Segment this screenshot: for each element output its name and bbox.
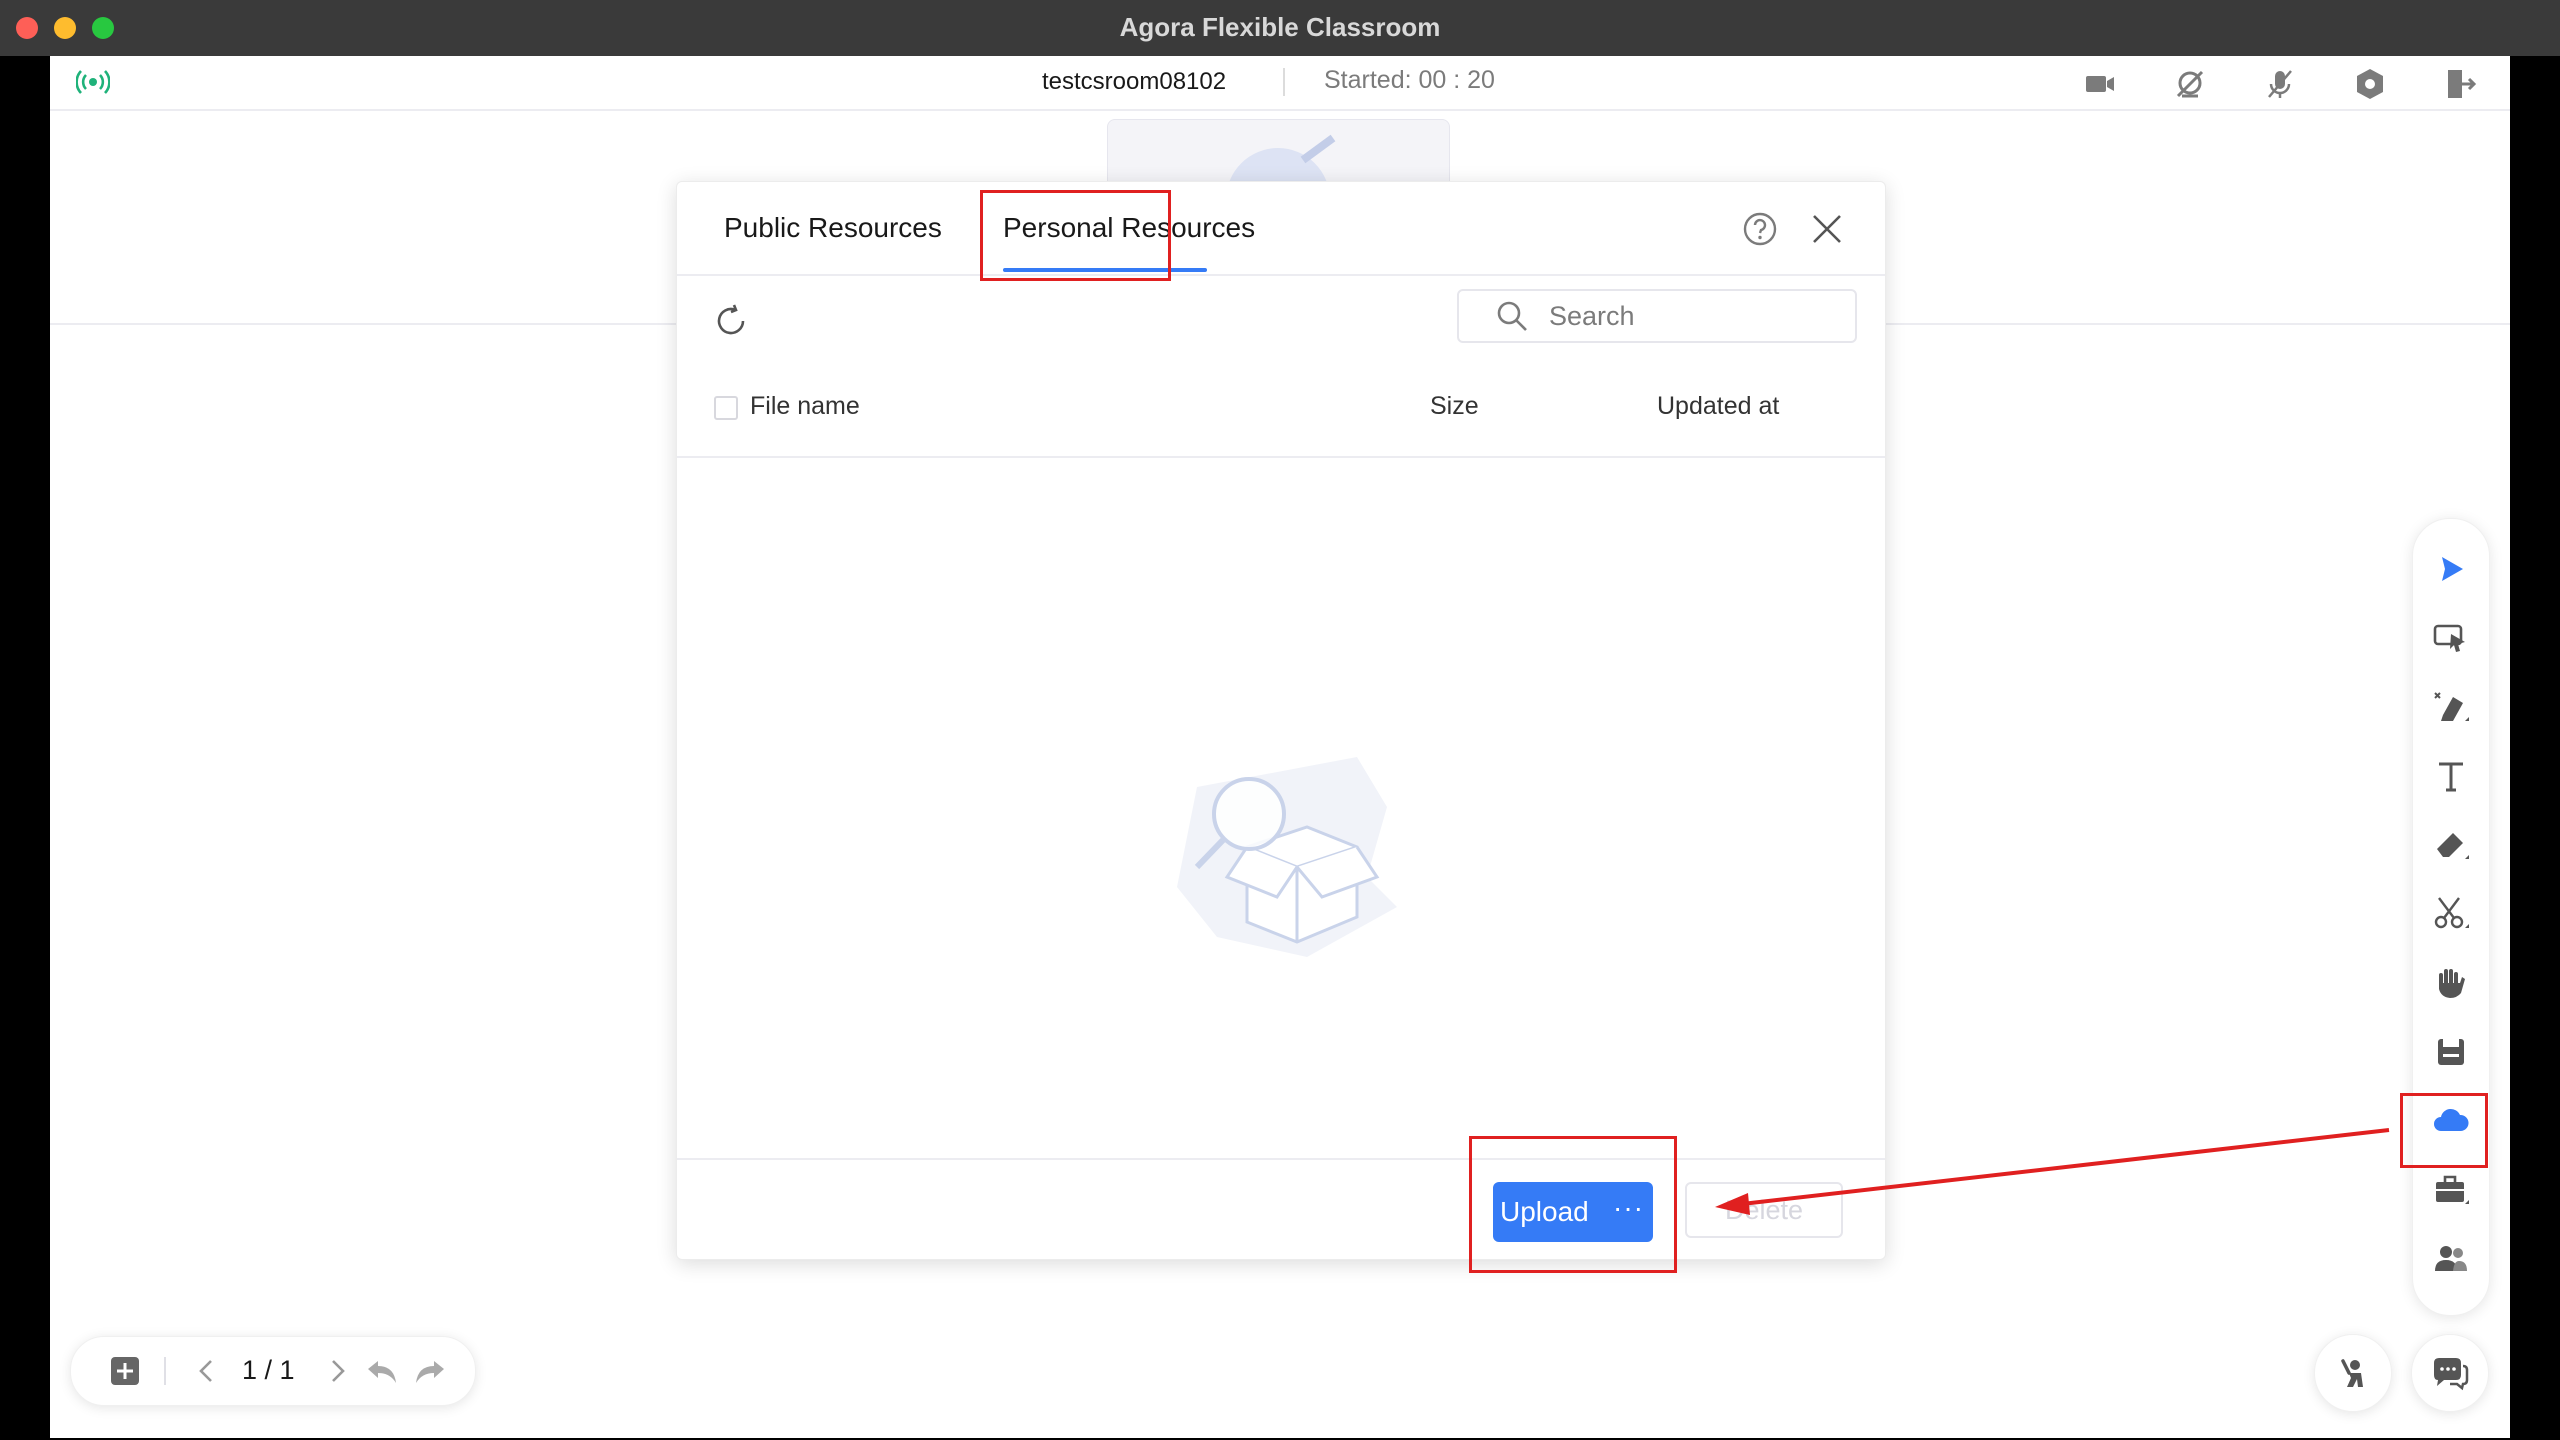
window-frame-right [2510,56,2560,1440]
hand-raise-icon [2341,1359,2363,1387]
page-controls: 1 / 1 [70,1336,476,1406]
search-field[interactable] [1457,289,1857,343]
window-title: Agora Flexible Classroom [1119,12,1441,42]
column-file-name[interactable]: File name [750,392,860,421]
upload-button[interactable]: Upload ··· [1493,1182,1653,1242]
hand-raise-button[interactable] [2314,1334,2392,1412]
redo-icon[interactable] [412,1353,448,1389]
exit-icon[interactable] [2442,66,2478,102]
column-updated-at[interactable]: Updated at [1657,392,1779,421]
tab-personal-resources[interactable]: Personal Resources [1003,212,1255,244]
search-input[interactable] [1547,297,1841,335]
dialog-tabs: Public Resources Personal Resources [677,182,1885,281]
refresh-icon[interactable] [713,303,749,339]
active-tab-indicator [1003,268,1207,272]
text-icon[interactable] [2431,756,2471,796]
upload-button-label: Upload [1500,1196,1589,1227]
page-controls-divider [164,1357,166,1385]
cloud-icon[interactable] [2431,1101,2471,1141]
room-name: testcsroom08102 [1042,68,1227,95]
students-icon[interactable] [2431,1239,2471,1279]
screen-share-icon[interactable] [2172,66,2208,102]
page-indicator: 1 / 1 [242,1355,295,1385]
hand-icon[interactable] [2431,963,2471,1003]
dialog-footer-divider [677,1158,1885,1160]
more-icon: ··· [1613,1192,1644,1223]
signal-icon [75,68,111,101]
toolbox-icon[interactable] [2431,1170,2471,1210]
search-icon [1497,301,1527,331]
table-header: File name Size Updated at [677,372,1885,458]
class-timer: Started: 00 : 20 [1324,66,1495,94]
select-icon[interactable] [2431,549,2471,589]
clicker-icon[interactable] [2431,618,2471,658]
column-size[interactable]: Size [1430,392,1479,421]
chat-button[interactable] [2411,1334,2489,1412]
chat-icon [2434,1358,2469,1391]
select-all-checkbox[interactable] [714,396,738,420]
pen-icon[interactable] [2431,687,2471,727]
title-bar: Agora Flexible Classroom [0,0,2560,57]
app-window: Agora Flexible Classroom testcsroom08102… [0,0,2560,1440]
settings-icon[interactable] [2352,66,2388,102]
undo-icon[interactable] [364,1353,400,1389]
tab-public-resources[interactable]: Public Resources [724,212,942,244]
scissors-icon[interactable] [2431,894,2471,934]
class-header: testcsroom08102 Started: 00 : 20 [50,56,2510,111]
close-icon[interactable] [1811,213,1843,245]
delete-button[interactable]: Delete [1685,1182,1843,1238]
prev-page-icon[interactable] [189,1353,225,1389]
mic-off-icon[interactable] [2262,66,2298,102]
help-icon[interactable] [1742,211,1778,247]
cloud-resources-dialog: Public Resources Personal Resources File… [676,181,1886,1273]
camera-icon[interactable] [2082,66,2118,102]
add-page-icon[interactable] [107,1353,143,1389]
eraser-icon[interactable] [2431,825,2471,865]
next-page-icon[interactable] [319,1353,355,1389]
save-icon[interactable] [2431,1032,2471,1072]
empty-state-illustration [1157,747,1407,967]
window-frame-left [0,56,50,1440]
whiteboard-toolbar [2412,518,2490,1316]
header-divider [1283,68,1285,96]
